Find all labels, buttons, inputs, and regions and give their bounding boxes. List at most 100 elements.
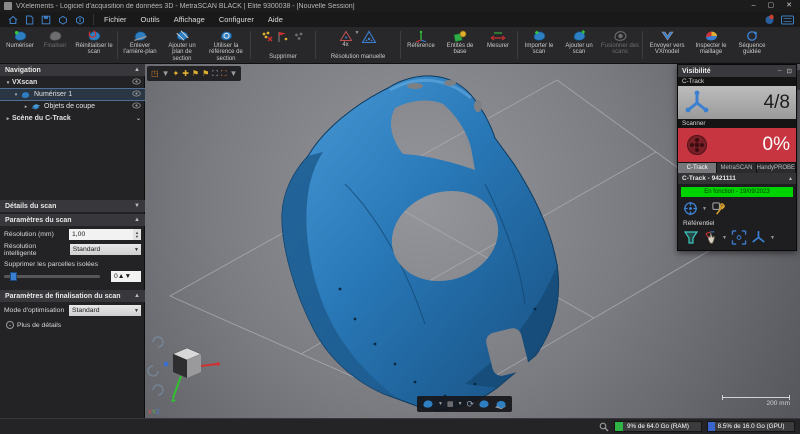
minimize-button[interactable]: – xyxy=(752,0,756,12)
collapse-chevron-icon: ▼ xyxy=(134,203,140,209)
inspecter-maillage-button[interactable]: Inspecter le maillage xyxy=(690,28,732,62)
visibility-eye-icon[interactable] xyxy=(132,102,141,111)
connection-status-icon[interactable] xyxy=(764,14,775,25)
referential-label: Référentiel xyxy=(683,220,715,227)
menu-outils[interactable]: Outils xyxy=(141,15,160,24)
expander-icon[interactable]: ▸ xyxy=(4,116,12,122)
view-toolbar-caret[interactable]: ▼ xyxy=(229,66,237,81)
plane-display-icon[interactable] xyxy=(494,399,507,410)
finalisation-header[interactable]: Paramètres de finalisation du scan ▲ xyxy=(0,290,145,302)
view-orientation-icon[interactable]: ◳ xyxy=(151,66,159,81)
flag-next-icon[interactable]: ⚑ xyxy=(202,66,209,81)
parcelles-slider[interactable] xyxy=(4,272,100,281)
filter-cone-icon[interactable] xyxy=(683,230,699,245)
close-button[interactable]: ✕ xyxy=(786,0,792,12)
mesh-display-caret[interactable]: ▼ xyxy=(438,401,443,407)
move-referential-icon[interactable] xyxy=(703,230,718,245)
maximize-button[interactable]: ▢ xyxy=(768,0,775,12)
enlever-arriere-plan-button[interactable]: Enlever l'arrière-plan xyxy=(119,28,161,62)
finaliser-button[interactable]: Finaliser xyxy=(38,28,72,62)
mesurer-button[interactable]: Mesurer xyxy=(480,28,516,62)
delete-patches-icon[interactable] xyxy=(260,30,274,43)
visibility-eye-icon[interactable] xyxy=(132,90,141,99)
delete-disabled-icon[interactable] xyxy=(292,30,306,43)
home-icon[interactable] xyxy=(8,15,18,25)
resolution-row: Résolution (mm) 1,00 ▲ ▼ xyxy=(0,228,145,241)
tree-item-scene-ctrack[interactable]: ▸ Scène du C-Track ⌄ xyxy=(0,113,145,124)
resolution-manual-icon[interactable] xyxy=(361,30,377,44)
reference-button[interactable]: Référence xyxy=(402,28,440,62)
spinner-arrows[interactable]: ▲▼ xyxy=(133,229,141,240)
refresh-view-icon[interactable]: ⟳ xyxy=(467,399,475,410)
mode-optimisation-select[interactable]: Standard ▼ xyxy=(69,305,141,316)
calibration-target-icon[interactable] xyxy=(683,201,698,216)
parcelles-input[interactable]: 0 ▲▼ xyxy=(111,271,141,282)
numeriser-button[interactable]: Numériser xyxy=(2,28,38,62)
new-session-icon[interactable] xyxy=(25,15,34,25)
mesh-display-icon[interactable] xyxy=(422,399,434,409)
tree-item-objets-de-coupe[interactable]: ▸ Objets de coupe xyxy=(0,101,145,112)
display-mode-caret[interactable]: ▼ xyxy=(458,401,463,407)
configuration-wrench-icon[interactable] xyxy=(711,201,726,216)
move-referential-caret[interactable]: ▼ xyxy=(722,235,727,241)
calibration-caret[interactable]: ▼ xyxy=(702,206,707,212)
surface-display-icon[interactable] xyxy=(478,399,490,409)
ajouter-plan-section-button[interactable]: Ajouter un plan de section xyxy=(161,28,203,62)
section-chevron-icon[interactable]: ⌄ xyxy=(136,115,141,122)
tree-item-vxscan[interactable]: ▾ VXscan xyxy=(0,77,145,88)
visibility-eye-icon[interactable] xyxy=(132,78,141,87)
tab-metrascan[interactable]: MetraSCAN xyxy=(717,163,757,173)
details-scan-header[interactable]: Détails du scan ▼ xyxy=(0,200,145,212)
display-mode-icon[interactable]: ▦ xyxy=(447,400,454,408)
entites-de-base-button[interactable]: Entités de base xyxy=(440,28,480,62)
panel-minimize-icon[interactable]: – xyxy=(778,67,782,75)
zoom-target-icon[interactable]: ⛶ xyxy=(221,66,227,81)
sequence-guidee-button[interactable]: Séquence guidée xyxy=(732,28,772,62)
z-axis xyxy=(163,361,169,367)
ajouter-scan-button[interactable]: Ajouter un scan xyxy=(559,28,599,62)
tree-item-numeriser-1[interactable]: ▾ Numériser 1 xyxy=(0,88,146,101)
export-icon[interactable] xyxy=(75,15,85,25)
import-icon[interactable] xyxy=(58,15,68,25)
lighting-icon[interactable]: ✦ xyxy=(172,66,179,81)
view-orientation-caret[interactable]: ▼ xyxy=(162,66,170,81)
expander-icon[interactable]: ▾ xyxy=(4,80,12,86)
spinner-arrows[interactable]: ▲▼ xyxy=(118,273,131,280)
y-axis xyxy=(172,375,182,399)
fusionner-scans-button[interactable]: Fusionner des scans xyxy=(599,28,641,62)
menu-fichier[interactable]: Fichier xyxy=(104,15,127,24)
save-session-icon[interactable] xyxy=(41,15,51,25)
slider-handle[interactable] xyxy=(10,272,17,281)
parametres-scan-header[interactable]: Paramètres du scan ▲ xyxy=(0,214,145,226)
referential-tripod-icon[interactable] xyxy=(751,230,766,245)
shading-icon[interactable]: ✚ xyxy=(182,66,189,81)
resolution-input[interactable]: 1,00 ▲ ▼ xyxy=(69,229,141,240)
panel-pin-icon[interactable]: ⊡ xyxy=(787,67,792,75)
remove-background-icon xyxy=(133,31,147,41)
expander-icon[interactable]: ▾ xyxy=(12,92,20,98)
navigation-header[interactable]: Navigation ▲ xyxy=(0,64,145,76)
flag-previous-icon[interactable]: ⚑ xyxy=(192,66,199,81)
fit-view-icon[interactable]: ⛶ xyxy=(212,66,218,81)
referential-caret[interactable]: ▼ xyxy=(770,235,775,241)
virtual-keyboard-icon[interactable] xyxy=(781,15,794,25)
tab-ctrack[interactable]: C-Track xyxy=(678,163,718,173)
visibility-header[interactable]: Visibilité – ⊡ xyxy=(678,65,796,77)
utiliser-reference-section-button[interactable]: Utiliser la référence de section xyxy=(203,28,249,62)
menu-aide[interactable]: Aide xyxy=(268,15,283,24)
memory-search-icon[interactable] xyxy=(599,422,609,432)
ctrack-device-header[interactable]: C-Track - 9421111 ▴ xyxy=(678,173,796,184)
resolution-dropdown-caret[interactable]: ▼ xyxy=(355,30,360,36)
bounding-box-icon[interactable] xyxy=(731,230,747,245)
menu-affichage[interactable]: Affichage xyxy=(174,15,205,24)
delete-targets-icon[interactable] xyxy=(276,30,290,43)
resolution-intelligente-select[interactable]: Standard ▼ xyxy=(69,244,141,255)
reinitialiser-scan-button[interactable]: Réinitialiser le scan xyxy=(72,28,116,62)
envoyer-vxmodel-button[interactable]: Envoyer vers VXmodel xyxy=(644,28,690,62)
expander-icon[interactable]: ▸ xyxy=(22,104,30,110)
plus-de-details-link[interactable]: ⌄ Plus de détails xyxy=(6,321,61,329)
importer-scan-button[interactable]: Importer le scan xyxy=(519,28,559,62)
tab-handyprobe[interactable]: HandyPROBE xyxy=(756,163,797,173)
resolution-4x-button[interactable]: 4x xyxy=(339,30,353,48)
menu-configurer[interactable]: Configurer xyxy=(219,15,254,24)
